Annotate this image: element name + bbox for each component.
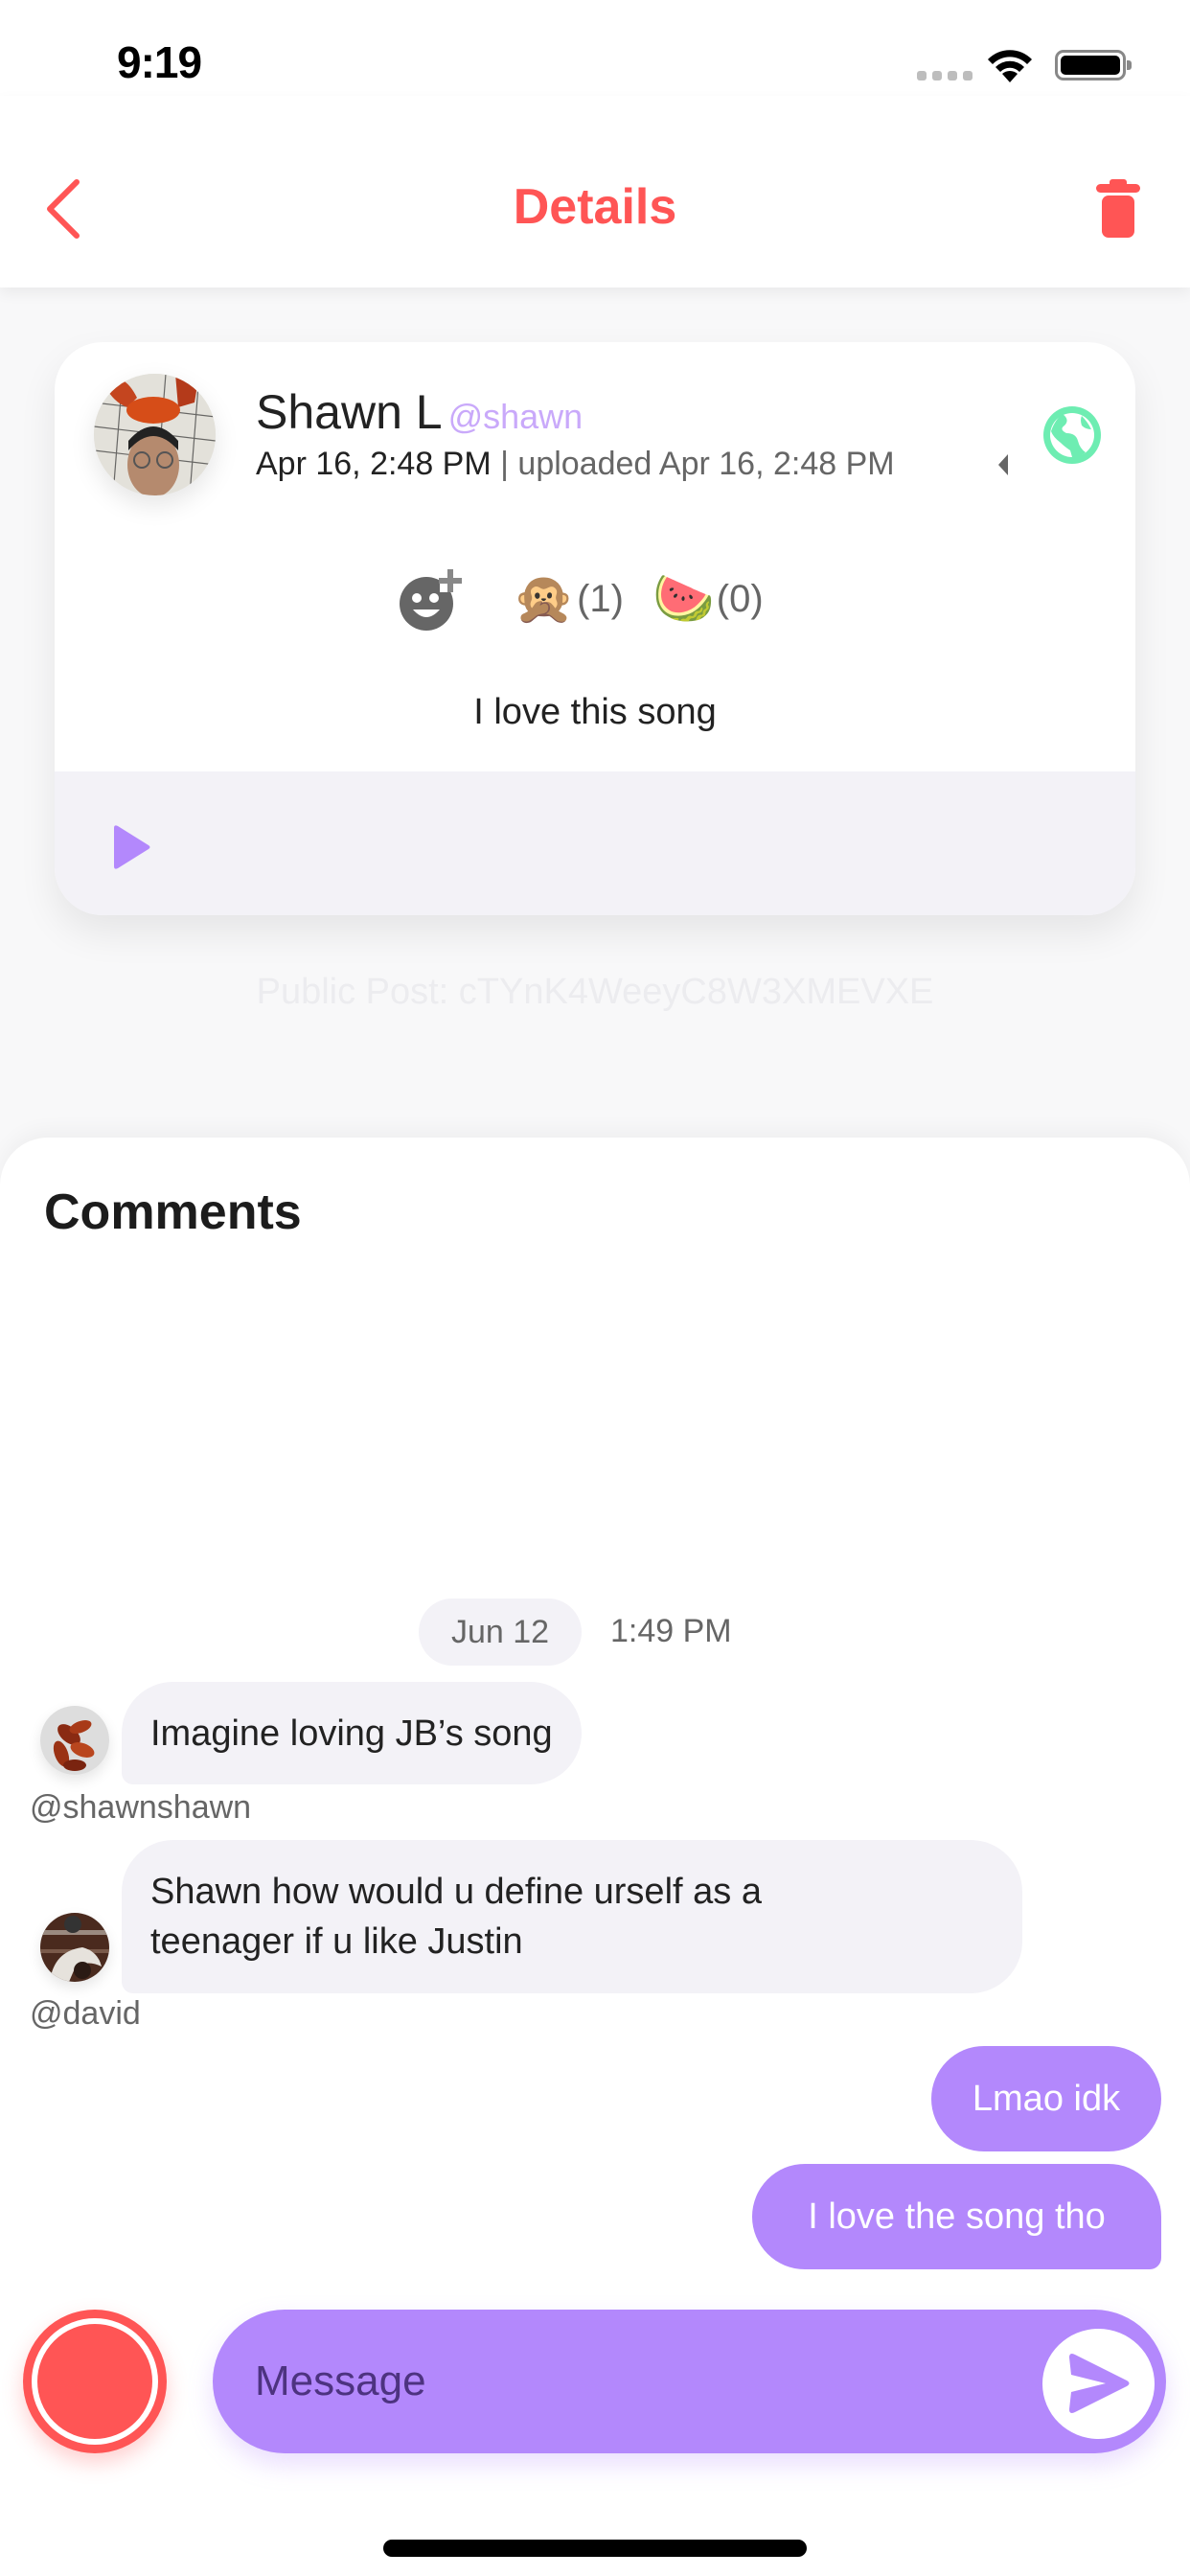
- comments-title: Comments: [44, 1184, 302, 1240]
- record-icon: [32, 2318, 158, 2445]
- avatar-photo: [40, 1913, 109, 1982]
- comment-text: Imagine loving JB’s song: [150, 1713, 553, 1754]
- time-label: 1:49 PM: [610, 1613, 732, 1649]
- reaction-monkey[interactable]: 🙊 (1): [513, 574, 624, 624]
- post-caption: I love this song: [473, 692, 717, 732]
- nav-header: Details: [0, 96, 1190, 288]
- message-text: Lmao idk: [972, 2078, 1121, 2119]
- timestamp-separator: |: [491, 446, 518, 482]
- comment-bubble[interactable]: Shawn how would u define urself as a tee…: [122, 1840, 1022, 1993]
- reaction-count: (0): [716, 577, 764, 620]
- wifi-icon: [988, 50, 1032, 82]
- record-button[interactable]: [23, 2310, 167, 2453]
- post-timestamps: Apr 16, 2:48 PM | uploaded Apr 16, 2:48 …: [256, 446, 895, 483]
- uploaded-time: uploaded Apr 16, 2:48 PM: [517, 446, 895, 482]
- caret-left-icon: [998, 454, 1008, 475]
- send-button[interactable]: [1042, 2329, 1155, 2439]
- post-id-label: Public Post: cTYnK4WeeyC8W3XMEVXE: [256, 972, 934, 1012]
- date-pill: Jun 12: [419, 1598, 582, 1666]
- message-composer: [213, 2310, 1166, 2453]
- commenter-handle[interactable]: @shawnshawn: [30, 1789, 251, 1827]
- post-card: Shawn L @shawn Apr 16, 2:48 PM | uploaded…: [55, 342, 1135, 915]
- battery-icon: [1055, 50, 1132, 80]
- created-time: Apr 16, 2:48 PM: [256, 446, 492, 482]
- audio-player: [55, 771, 1135, 915]
- page-title: Details: [513, 179, 677, 235]
- reaction-watermelon[interactable]: 🍉 (0): [652, 574, 764, 624]
- commenter-avatar[interactable]: [40, 1706, 109, 1775]
- sent-message-bubble[interactable]: Lmao idk: [931, 2046, 1161, 2151]
- send-icon: [1069, 2354, 1130, 2413]
- commenter-handle[interactable]: @david: [30, 1995, 141, 2033]
- trash-icon[interactable]: [1092, 176, 1148, 243]
- avatar-photo: [40, 1706, 109, 1775]
- globe-icon[interactable]: [1041, 404, 1103, 466]
- home-indicator: [383, 2540, 807, 2557]
- play-icon[interactable]: [110, 824, 152, 870]
- author-handle[interactable]: @shawn: [448, 397, 584, 436]
- status-time: 9:19: [117, 37, 202, 87]
- message-input[interactable]: [255, 2310, 1021, 2453]
- comment-bubble[interactable]: Imagine loving JB’s song: [122, 1682, 582, 1784]
- status-bar: 9:19: [0, 0, 1190, 96]
- reactions-row: 🙊 (1) 🍉 (0): [55, 561, 1135, 637]
- speak-no-evil-monkey-icon: 🙊: [513, 571, 576, 627]
- author-name[interactable]: Shawn L @shawn: [256, 384, 583, 440]
- comment-text: Shawn how would u define urself as a tee…: [150, 1872, 762, 1962]
- reaction-count: (1): [577, 577, 624, 620]
- cellular-signal-icon: [917, 71, 973, 80]
- commenter-avatar[interactable]: [40, 1913, 109, 1982]
- add-reaction-icon[interactable]: [398, 565, 465, 632]
- avatar-photo: [94, 374, 216, 495]
- author-display-name: Shawn L: [256, 385, 443, 439]
- author-avatar[interactable]: [94, 374, 216, 495]
- sent-message-bubble[interactable]: I love the song tho: [752, 2164, 1161, 2269]
- watermelon-icon: 🍉: [652, 571, 715, 627]
- message-text: I love the song tho: [808, 2196, 1106, 2237]
